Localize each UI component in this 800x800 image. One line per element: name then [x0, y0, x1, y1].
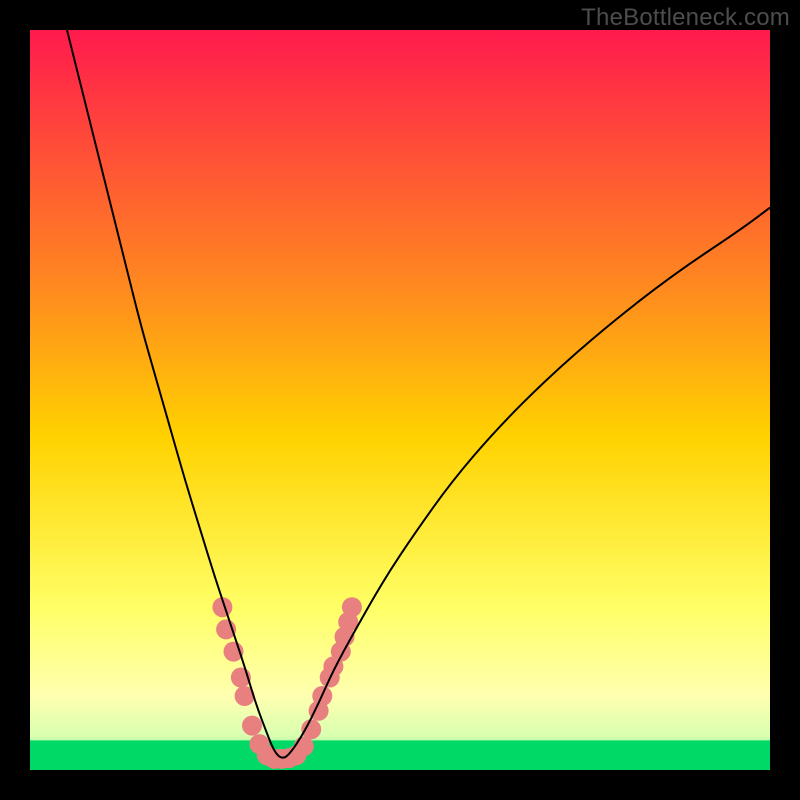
chart-svg [30, 30, 770, 770]
highlight-dot [301, 719, 321, 739]
highlight-dot [342, 597, 362, 617]
highlight-dot [242, 716, 262, 736]
green-bottom-band [30, 740, 770, 770]
highlight-dot [294, 736, 314, 756]
watermark-text: TheBottleneck.com [581, 4, 790, 32]
chart-plot-area [30, 30, 770, 770]
gradient-background [30, 30, 770, 770]
frame: TheBottleneck.com [0, 0, 800, 800]
